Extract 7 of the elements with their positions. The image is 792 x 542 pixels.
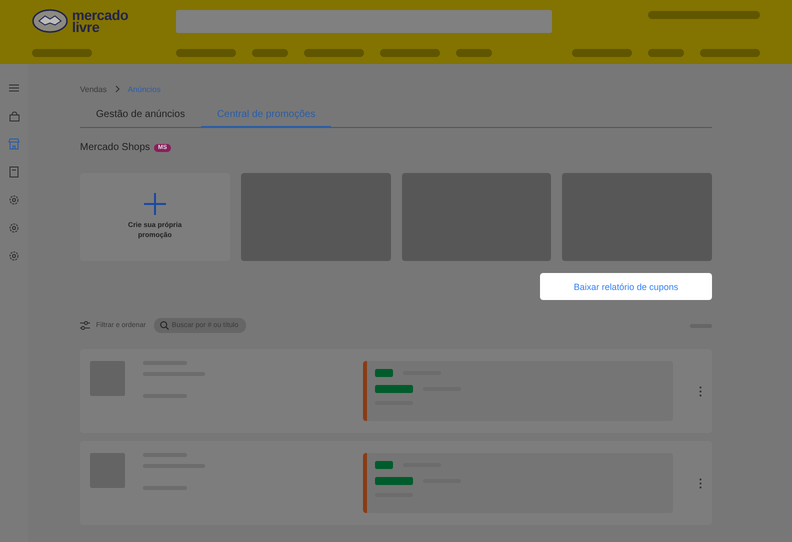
download-report-button[interactable]: Baixar relatório de cupons <box>540 273 712 300</box>
logo-text: mercado livre <box>72 9 128 33</box>
tab[interactable]: Central de promoções <box>200 105 332 128</box>
breadcrumb-link[interactable]: Anúncios <box>128 84 161 94</box>
breadcrumb-link[interactable]: Vendas <box>80 84 107 94</box>
shop-name: Mercado Shops <box>80 142 150 153</box>
tab[interactable]: Gestão de anúncios <box>80 105 201 128</box>
